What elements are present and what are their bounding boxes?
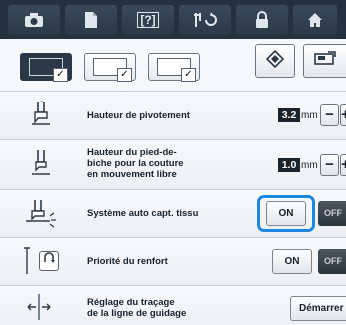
lock-button[interactable] (236, 4, 288, 35)
setting-label: Priorité du renfort (87, 256, 168, 267)
guideline-start-button[interactable]: Démarrer (290, 296, 346, 321)
reinforcement-off-button[interactable]: OFF (318, 249, 346, 274)
tab-embroidery-settings[interactable] (84, 53, 136, 82)
reset-button[interactable] (255, 44, 295, 78)
free-motion-height-minus-button[interactable]: − (320, 154, 339, 176)
fabric-sensor-icon (24, 198, 60, 228)
label-line: en mouvement libre (87, 169, 177, 180)
setting-free-motion-foot-height: Hauteur du pied-de- biche pour la coutur… (0, 139, 346, 189)
free-motion-height-value: 1.0 (278, 158, 300, 172)
auto-sensor-off-button[interactable]: OFF (318, 201, 346, 226)
setting-auto-fabric-sensor: Système auto capt. tissu ON OFF (0, 189, 346, 237)
tab-sewing-settings[interactable] (20, 53, 72, 82)
machine-info-button[interactable] (303, 44, 346, 78)
label-line: Hauteur du pied-de- (87, 147, 177, 158)
camera-button[interactable] (8, 4, 60, 35)
presser-foot-pivot-icon (28, 100, 54, 130)
free-motion-height-plus-button[interactable]: + (340, 154, 346, 176)
sewing-settings-tab-icon (29, 58, 68, 82)
label-line: de la ligne de guidage (87, 308, 187, 319)
settings-tab-row (0, 39, 346, 91)
label-line: Réglage du traçage (87, 297, 175, 308)
reinforcement-on-button[interactable]: ON (272, 249, 312, 274)
setting-label: Réglage du traçage de la ligne de guidag… (87, 297, 186, 319)
page-icon (84, 11, 98, 29)
setting-label: Système auto capt. tissu (87, 208, 199, 219)
home-button[interactable] (293, 4, 337, 35)
home-icon (307, 12, 323, 28)
setting-reinforcement-priority: Priorité du renfort ON OFF (0, 237, 346, 285)
help-icon: [?] (137, 11, 159, 28)
pivot-height-plus-button[interactable]: + (340, 104, 346, 126)
camera-icon (24, 12, 44, 28)
setting-pivot-height: Hauteur de pivotement 3.2 mm − + (0, 91, 346, 139)
free-motion-height-unit: mm (301, 160, 318, 171)
general-settings-tab-icon (157, 58, 196, 82)
needle-thread-icon (192, 11, 218, 29)
reinforcement-icon (16, 246, 66, 276)
top-toolbar: [?] (0, 0, 346, 39)
reinforcement-stitch-icon (39, 251, 59, 271)
pivot-height-minus-button[interactable]: − (320, 104, 339, 126)
needle-thread-button[interactable] (179, 4, 231, 35)
page-button[interactable] (65, 4, 117, 35)
help-button[interactable]: [?] (122, 4, 174, 35)
pivot-height-value: 3.2 (278, 108, 300, 122)
settings-list: Hauteur de pivotement 3.2 mm − + Hauteur… (0, 91, 346, 325)
setting-guideline-marker: Réglage du traçage de la ligne de guidag… (0, 285, 346, 325)
lock-icon (255, 10, 269, 29)
pivot-height-unit: mm (301, 110, 318, 121)
label-line: biche pour la couture (87, 158, 184, 169)
tab-general-settings[interactable] (148, 53, 200, 82)
auto-sensor-on-button[interactable]: ON (266, 201, 306, 226)
machine-info-icon (314, 50, 336, 72)
embroidery-settings-tab-icon (93, 58, 132, 82)
setting-label: Hauteur du pied-de- biche pour la coutur… (87, 147, 184, 180)
reset-diamond-icon (265, 49, 285, 73)
guideline-arrows-icon (26, 292, 52, 322)
free-motion-foot-icon (28, 148, 54, 178)
setting-label: Hauteur de pivotement (87, 110, 190, 121)
